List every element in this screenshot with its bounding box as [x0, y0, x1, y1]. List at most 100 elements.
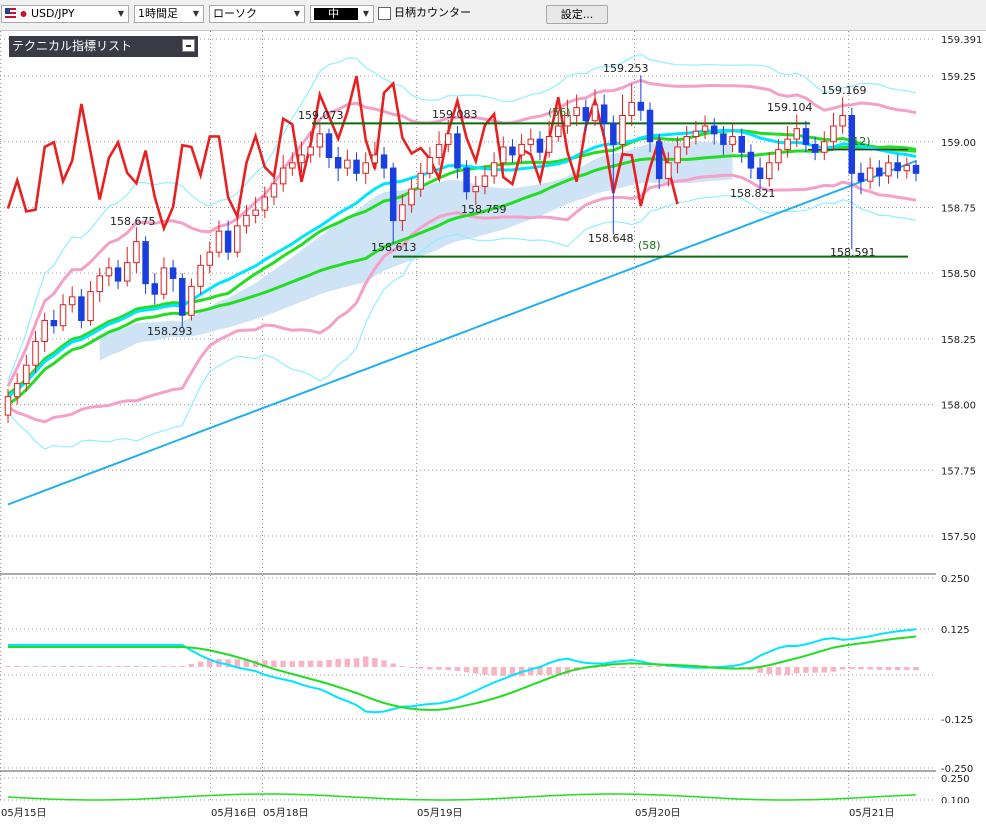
macd-bar [894, 667, 901, 671]
candle-body [123, 262, 131, 282]
minimize-icon[interactable] [182, 39, 195, 52]
macd-bar [775, 667, 782, 676]
axis-bg [936, 31, 986, 821]
macd-bar [628, 667, 635, 668]
candle-body [380, 154, 388, 169]
candle-body [114, 267, 122, 282]
macd-bar [427, 667, 433, 670]
candle-body [665, 162, 672, 180]
macd-bar [115, 666, 121, 667]
date-tick: 05月16日 [211, 807, 256, 819]
macd-bar [849, 667, 855, 670]
candle-body [646, 109, 654, 143]
candle-body [738, 136, 745, 153]
candle-body [876, 167, 883, 177]
candle-body [426, 157, 434, 174]
macd-bar [344, 658, 351, 667]
macd-bar [904, 667, 910, 671]
macd-bar [326, 659, 332, 667]
price-tick: 158.25 [941, 335, 976, 346]
candle-body [179, 277, 186, 316]
macd-bar [78, 666, 85, 667]
symbol-select[interactable]: USD/JPY ▼ [1, 5, 129, 23]
macd-bar [362, 656, 369, 667]
macd-bar [839, 667, 846, 670]
date-tick: 05月21日 [849, 807, 894, 819]
candle-body [4, 396, 12, 416]
candle-body [481, 175, 489, 187]
candle-body [775, 149, 782, 164]
candle-body [674, 146, 681, 164]
chart-toolbar: USD/JPY ▼ 1時間足 ▼ ローソク ▼ 中 ▼ 日柄カウンター 設定..… [0, 0, 986, 31]
candle-body [78, 296, 85, 321]
macd-bar [445, 667, 451, 671]
macd-bar [271, 660, 277, 667]
price-tick: 158.00 [941, 401, 976, 412]
macd-bar [500, 667, 507, 677]
macd-bar [399, 666, 406, 667]
candle-body [68, 296, 76, 306]
date-axis: 05月15日 05月16日 05月18日 05月19日 05月20日 05月21日 [0, 803, 986, 821]
candle-body [903, 164, 911, 172]
counter-checkbox[interactable]: 日柄カウンター [378, 5, 534, 23]
macd-bar [188, 663, 195, 667]
macd-bar [876, 667, 883, 670]
chart-type-select[interactable]: ローソク ▼ [209, 5, 305, 23]
price-tick: 157.75 [941, 466, 976, 477]
macd-bar [463, 667, 470, 673]
candle-body [408, 188, 415, 206]
candle-body [545, 136, 553, 153]
candle-body [344, 159, 351, 169]
candle-body [399, 204, 406, 222]
candle-body [325, 133, 333, 159]
price-tick: 157.50 [941, 532, 976, 543]
macd-bar [610, 667, 617, 668]
candle-body [197, 264, 204, 287]
chart-area[interactable]: 159.253 159.073 159.083 159.104 159.169 158.6… [0, 31, 986, 824]
symbol-label: USD/JPY [31, 7, 75, 20]
macd-bar [491, 667, 497, 676]
candle-body [234, 225, 241, 253]
candle-body [142, 241, 149, 285]
candle-body [747, 151, 755, 169]
candle-body [710, 125, 718, 135]
us-jp-flag-icon [5, 7, 30, 21]
macd-tick: 0.250 [941, 574, 970, 585]
price-axis: 159.391 159.25 159.00 158.75 158.50 158.25 158… [936, 31, 986, 821]
macd-bar [619, 667, 626, 668]
macd-bar [656, 665, 662, 667]
macd-bar [436, 667, 442, 670]
candle-body [454, 133, 461, 169]
macd-bar [812, 667, 818, 673]
chevron-down-icon: ▼ [293, 9, 301, 18]
indicator-list-title: テクニカル指標リスト [12, 39, 133, 53]
macd-bar [638, 667, 644, 668]
macd-bar [335, 658, 341, 667]
macd-bar [454, 667, 461, 671]
price-tick: 159.00 [941, 138, 976, 149]
candle-body [243, 214, 250, 227]
chevron-down-icon: ▼ [117, 9, 125, 18]
macd-bar [408, 667, 415, 668]
candle-body [389, 167, 397, 222]
high-label: 159.073 [298, 109, 344, 122]
candle-body [821, 141, 828, 153]
candle-body [371, 154, 379, 164]
macd-bar [482, 667, 488, 675]
high-label: 159.083 [432, 108, 478, 121]
macd-bar [289, 661, 296, 667]
timeframe-select[interactable]: 1時間足 ▼ [134, 5, 204, 23]
candle-body [87, 291, 94, 321]
macd-bar [170, 666, 176, 667]
indicator-list-panel[interactable]: テクニカル指標リスト [9, 36, 198, 57]
checkbox-icon[interactable] [378, 6, 391, 20]
line-style-select[interactable]: 中 ▼ [310, 5, 374, 23]
candle-body [353, 159, 360, 174]
candle-body [463, 167, 470, 193]
macd-bar [803, 667, 809, 673]
macd-bar [142, 666, 149, 667]
settings-button[interactable]: 設定... [546, 5, 608, 24]
candle-body [59, 304, 67, 327]
price-chart[interactable]: 159.253 159.073 159.083 159.104 159.169 158.6… [0, 31, 986, 821]
chevron-down-icon: ▼ [362, 9, 370, 18]
